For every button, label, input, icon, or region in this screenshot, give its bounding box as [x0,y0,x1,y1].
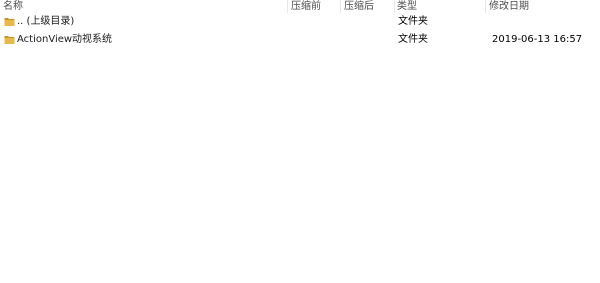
column-header-name[interactable]: 名称 [3,0,23,13]
column-divider[interactable] [287,0,288,13]
file-type: 文件夹 [398,34,428,45]
column-header-type[interactable]: 类型 [397,0,417,13]
file-name: ActionView动视系统 [17,34,113,45]
file-modified: 2019-06-13 16:57 [492,34,583,45]
file-name: .. (上级目录) [17,16,75,27]
column-divider[interactable] [394,0,395,13]
file-type: 文件夹 [398,16,428,27]
folder-icon [4,36,15,44]
list-item-parent-directory[interactable]: .. (上级目录) 文件夹 [0,14,600,30]
column-divider[interactable] [340,0,341,13]
column-divider[interactable] [485,0,486,13]
column-header-after[interactable]: 压缩后 [344,0,374,13]
file-list: 名称 压缩前 压缩后 类型 修改日期 .. (上级目录) 文件夹 ActionV… [0,0,600,283]
column-header-modified[interactable]: 修改日期 [489,0,529,13]
column-header-before[interactable]: 压缩前 [291,0,321,13]
folder-icon [4,18,15,26]
column-header: 名称 压缩前 压缩后 类型 修改日期 [0,0,600,13]
list-item-actionview-folder[interactable]: ActionView动视系统 文件夹 2019-06-13 16:57 [0,32,600,48]
